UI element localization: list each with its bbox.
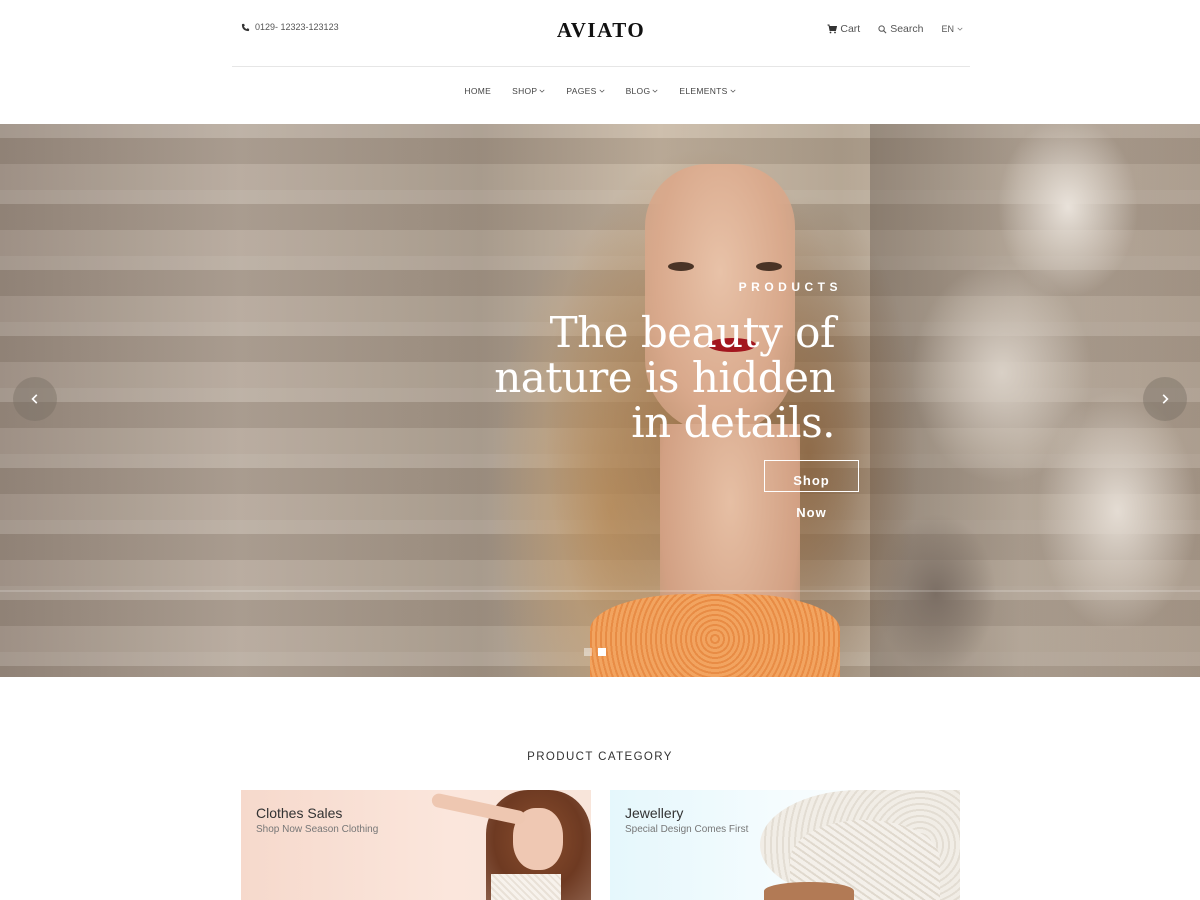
nav-item-home[interactable]: HOME bbox=[464, 86, 491, 96]
hero-model-eye bbox=[756, 262, 782, 271]
chevron-down-icon bbox=[599, 89, 605, 93]
section-title: PRODUCT CATEGORY bbox=[527, 751, 673, 763]
category-card-clothes[interactable]: Clothes Sales Shop Now Season Clothing bbox=[241, 790, 591, 900]
hero-divider bbox=[0, 590, 1200, 592]
language-value: EN bbox=[941, 24, 954, 34]
card-subtitle: Shop Now Season Clothing bbox=[256, 824, 379, 835]
card-image-hat bbox=[750, 790, 960, 900]
cart-icon bbox=[827, 24, 838, 34]
card-title: Clothes Sales bbox=[256, 805, 343, 821]
nav-item-label: SHOP bbox=[512, 86, 538, 96]
card-title: Jewellery bbox=[625, 805, 684, 821]
nav-item-label: BLOG bbox=[625, 86, 651, 96]
card-image-model bbox=[430, 790, 591, 900]
cart-label: Cart bbox=[840, 23, 861, 35]
chevron-down-icon bbox=[730, 89, 736, 93]
nav-item-label: HOME bbox=[464, 86, 492, 96]
nav-item-label: PAGES bbox=[566, 86, 597, 96]
main-nav: HOME SHOP PAGES BLOG ELEMENTS bbox=[0, 86, 1200, 96]
hero-kicker: PRODUCTS bbox=[738, 280, 842, 294]
nav-item-label: ELEMENTS bbox=[679, 86, 728, 96]
nav-item-elements[interactable]: ELEMENTS bbox=[679, 86, 736, 96]
nav-item-blog[interactable]: BLOG bbox=[626, 86, 659, 96]
chevron-down-icon bbox=[957, 27, 963, 31]
card-subtitle: Special Design Comes First bbox=[625, 824, 749, 835]
search-link[interactable]: Search bbox=[878, 23, 923, 35]
chevron-right-icon bbox=[1162, 394, 1169, 404]
category-card-jewellery[interactable]: Jewellery Special Design Comes First bbox=[610, 790, 960, 900]
nav-item-pages[interactable]: PAGES bbox=[566, 86, 605, 96]
shop-now-line2: Now bbox=[796, 505, 827, 520]
nav-item-shop[interactable]: SHOP bbox=[512, 86, 545, 96]
hero-model-eye bbox=[668, 262, 694, 271]
header-actions: Cart Search EN bbox=[827, 23, 963, 35]
cart-link[interactable]: Cart bbox=[827, 23, 860, 35]
search-label: Search bbox=[890, 23, 924, 35]
slider-dots bbox=[584, 648, 606, 656]
hero-headline: The beauty of nature is hidden in detail… bbox=[494, 308, 835, 447]
slider-dot[interactable] bbox=[584, 648, 592, 656]
chevron-down-icon bbox=[539, 89, 545, 93]
hat-model-skin bbox=[764, 882, 854, 900]
chevron-down-icon bbox=[652, 89, 658, 93]
shop-now-line1: Shop bbox=[793, 473, 830, 488]
shop-now-label-line2[interactable]: Now bbox=[764, 497, 859, 529]
slider-dot-active[interactable] bbox=[598, 648, 606, 656]
model-top bbox=[491, 874, 561, 900]
hero-slider: PRODUCTS The beauty of nature is hidden … bbox=[0, 124, 1200, 677]
hero-model-top bbox=[590, 594, 840, 677]
chevron-left-icon bbox=[31, 394, 38, 404]
slider-next-button[interactable] bbox=[1143, 377, 1187, 421]
top-bar: 0129- 12323-123123 AVIATO Cart Search EN bbox=[232, 0, 970, 67]
language-selector[interactable]: EN bbox=[941, 24, 963, 34]
shop-now-label[interactable]: Shop bbox=[764, 465, 859, 497]
slider-prev-button[interactable] bbox=[13, 377, 57, 421]
search-icon bbox=[878, 24, 887, 33]
